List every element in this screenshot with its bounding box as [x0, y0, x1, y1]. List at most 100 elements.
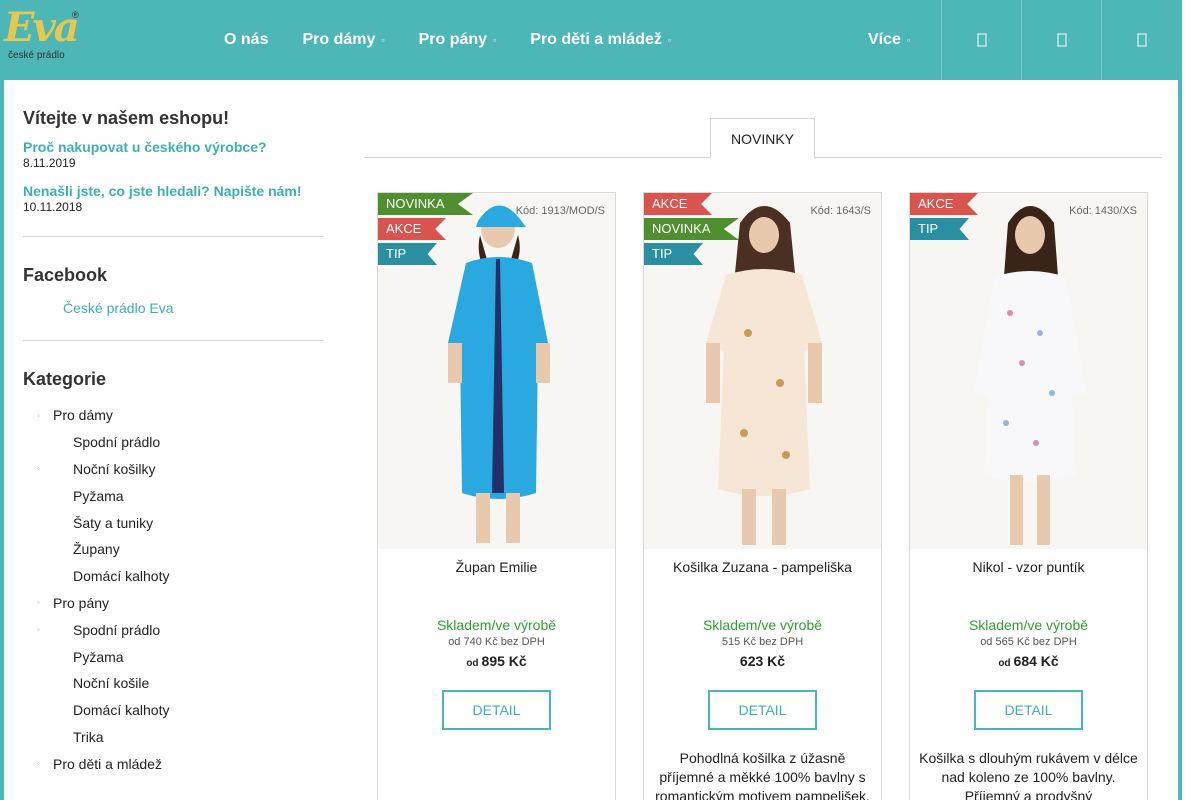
nav-label: O nás	[224, 31, 269, 48]
facebook-title: Facebook	[23, 265, 108, 285]
product-card[interactable]: NOVINKA AKCE TIP Kód: 1913/MOD/S Župan Emili…	[377, 192, 616, 800]
category-label: Pyžama	[73, 487, 124, 504]
scrollbar-area[interactable]	[1182, 0, 1200, 800]
bullet-icon: ◦	[37, 759, 40, 769]
price-prefix: od	[466, 658, 479, 669]
left-accent-strip	[0, 80, 4, 800]
category-label: Pyžama	[73, 648, 124, 665]
nav-o-nas[interactable]: O nás	[210, 31, 282, 49]
nav-label: Pro pány	[418, 31, 488, 48]
nav-pro-pany[interactable]: Pro pány ▫	[405, 31, 511, 49]
product-name[interactable]: Župan Emilie	[378, 559, 615, 575]
bullet-icon: ◦	[37, 598, 40, 608]
badge-novinka: NOVINKA	[644, 218, 739, 240]
price-value: 684 Kč	[1013, 653, 1059, 669]
badge-stack: NOVINKA AKCE TIP	[378, 193, 473, 268]
cart-icon	[1137, 33, 1146, 47]
bullet-icon: ◦	[37, 625, 40, 635]
product-code: Kód: 1913/MOD/S	[515, 205, 605, 217]
divider	[23, 236, 324, 237]
detail-button[interactable]: DETAIL	[708, 690, 817, 730]
nav-pro-deti[interactable]: Pro děti a mládež ▫	[516, 31, 685, 49]
chevron-down-icon: ▫	[667, 35, 672, 45]
category-item[interactable]: Pyžama	[23, 643, 324, 670]
sidebar: Vítejte v našem eshopu! Proč nakupovat u…	[23, 108, 324, 777]
search-icon	[977, 33, 986, 47]
detail-button[interactable]: DETAIL	[442, 690, 551, 730]
product-price: 623 Kč	[644, 653, 881, 669]
chevron-down-icon: ▫	[493, 35, 497, 45]
badge-tip: TIP	[910, 218, 969, 240]
price-ex-vat: 515 Kč bez DPH	[721, 636, 804, 648]
logo[interactable]: Eva ® české prádlo	[4, 6, 84, 72]
category-item[interactable]: ◦ Pro pány	[23, 590, 324, 617]
category-label: Domácí kalhoty	[73, 568, 170, 585]
category-item[interactable]: Pyžama	[23, 482, 324, 509]
badge-tip: TIP	[644, 243, 703, 265]
category-label: Šaty a tuniky	[73, 514, 154, 531]
stock-status: Skladem/ve výrobě	[968, 617, 1089, 633]
category-item[interactable]: ◦ Noční košilky	[23, 456, 324, 483]
category-list: ◦ Pro dámy Spodní prádlo ◦ Noční košilky Pyža…	[23, 402, 324, 777]
badge-stack: AKCE NOVINKA TIP	[644, 193, 739, 268]
product-image	[910, 193, 1147, 549]
divider	[23, 340, 324, 341]
chevron-down-icon: ▫	[381, 35, 385, 45]
price-value: 623 Kč	[739, 653, 786, 669]
logo-subtitle: české prádlo	[8, 50, 65, 61]
bullet-icon: ◦	[37, 464, 40, 474]
product-image-wrap[interactable]	[910, 193, 1147, 549]
detail-button[interactable]: DETAIL	[974, 690, 1083, 730]
category-label: Noční košile	[73, 675, 150, 692]
product-card[interactable]: AKCE TIP Kód: 1430/XS Nikol - vzor puntík Sk…	[909, 192, 1148, 800]
news-link[interactable]: Nenašli jste, co jste hledali? Napište n…	[23, 183, 324, 199]
product-description: Pohodlná košilka z úžasně příjemné a měk…	[655, 750, 870, 800]
price-ex-vat: od 565 Kč bez DPH	[980, 636, 1077, 648]
cart-button[interactable]	[1101, 0, 1181, 80]
category-item[interactable]: Trika	[23, 724, 324, 751]
badge-akce: AKCE	[910, 193, 978, 215]
tab-novinky[interactable]: NOVINKY	[710, 118, 815, 159]
category-item[interactable]: Spodní prádlo	[23, 429, 324, 456]
category-item[interactable]: ◦ Spodní prádlo	[23, 616, 324, 643]
news-link[interactable]: Proč nakupovat u českého výrobce?	[23, 139, 324, 155]
category-item[interactable]: Župany	[23, 536, 324, 563]
nav-more[interactable]: Více ▫	[868, 0, 910, 80]
category-item[interactable]: Šaty a tuniky	[23, 509, 324, 536]
product-price: od 895 Kč	[378, 653, 615, 669]
category-item[interactable]: ◦ Pro dámy	[23, 402, 324, 429]
badge-stack: AKCE TIP	[910, 193, 978, 243]
category-item[interactable]: ◦ Pro děti a mládež	[23, 750, 324, 777]
search-button[interactable]	[941, 0, 1021, 80]
category-item[interactable]: Domácí kalhoty	[23, 563, 324, 590]
news-date: 8.11.2019	[23, 156, 76, 170]
product-code: Kód: 1643/S	[810, 205, 871, 217]
category-label: Noční košilky	[73, 460, 156, 477]
category-label: Domácí kalhoty	[73, 702, 170, 719]
main-nav: O nás Pro dámy ▫ Pro pány ▫ Pro děti a mlá…	[210, 0, 691, 80]
category-label: Pro pány	[53, 594, 110, 611]
product-card[interactable]: AKCE NOVINKA TIP Kód: 1643/S Košilka Zuzana …	[643, 192, 882, 800]
product-name[interactable]: Košilka Zuzana - pampeliška	[644, 559, 881, 575]
price-prefix: od	[998, 658, 1011, 669]
badge-akce: AKCE	[378, 218, 446, 240]
product-name[interactable]: Nikol - vzor puntík	[910, 559, 1147, 575]
account-button[interactable]	[1021, 0, 1101, 80]
badge-tip: TIP	[378, 243, 437, 265]
category-label: Spodní prádlo	[73, 621, 161, 638]
category-item[interactable]: Noční košile	[23, 670, 324, 697]
badge-akce: AKCE	[644, 193, 712, 215]
stock-status: Skladem/ve výrobě	[436, 617, 557, 633]
bullet-icon: ◦	[37, 410, 40, 420]
category-title: Kategorie	[23, 369, 107, 389]
category-label: Župany	[73, 541, 120, 558]
facebook-link[interactable]: České prádlo Eva	[63, 300, 324, 316]
nav-label: Pro dámy	[302, 31, 376, 48]
category-label: Trika	[73, 728, 104, 745]
category-item[interactable]: Domácí kalhoty	[23, 697, 324, 724]
product-code: Kód: 1430/XS	[1069, 205, 1137, 217]
nav-pro-damy[interactable]: Pro dámy ▫	[288, 31, 398, 49]
nav-more-label: Více	[868, 31, 901, 48]
category-label: Pro děti a mládež	[53, 755, 162, 772]
logo-registered-mark: ®	[72, 10, 79, 20]
